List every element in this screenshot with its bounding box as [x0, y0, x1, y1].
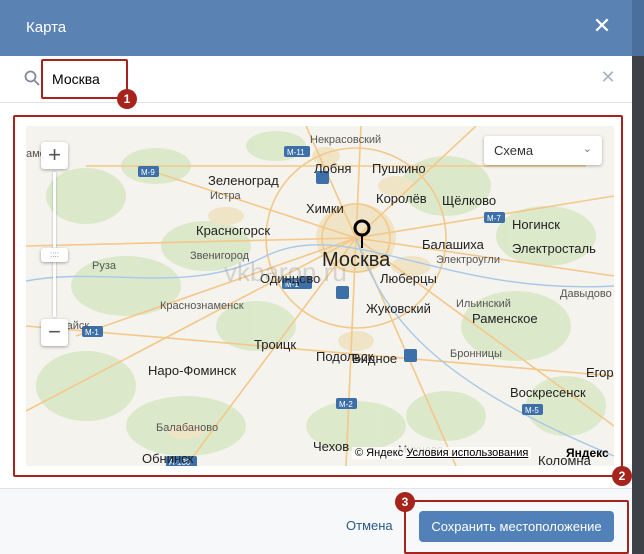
city-label: Троицк: [254, 337, 296, 352]
map-view[interactable]: M-11 M-9 M-7 M-1 M-1 M-2 M-5 A-130 Некрасовский…: [26, 126, 614, 466]
search-bar: ✕: [0, 56, 632, 103]
map-type-select[interactable]: Схема ⌄: [484, 136, 602, 165]
highway-shield: M-5: [522, 404, 543, 415]
city-label: Зеленоград: [208, 173, 279, 188]
annotation-badge-2: 2: [612, 466, 632, 486]
dialog-title: Карта: [26, 19, 67, 36]
close-icon[interactable]: ✕: [590, 14, 614, 38]
annotation-badge-1: 1: [117, 89, 137, 109]
highway-shield: M-7: [484, 212, 505, 223]
map-dialog: Карта ✕ ✕: [0, 0, 632, 554]
city-label: Балабаново: [156, 422, 218, 434]
city-label: Балашиха: [422, 237, 485, 252]
zoom-slider-handle[interactable]: ::::: [41, 248, 68, 262]
zoom-in-button[interactable]: +: [41, 142, 68, 169]
svg-text:M-11: M-11: [287, 148, 305, 157]
city-label: Давыдово: [560, 288, 612, 300]
city-label: Люберцы: [380, 271, 437, 286]
city-label: Чехов: [313, 439, 349, 454]
map-attribution: © Яндекс Условия использования: [352, 447, 532, 459]
highway-shield: M-9: [138, 166, 159, 177]
city-label: Обнинск: [142, 451, 194, 466]
svg-text:M-2: M-2: [339, 400, 353, 409]
page-background-edge: [632, 0, 644, 554]
city-label: Наро-Фоминск: [148, 363, 236, 378]
chevron-down-icon: ⌄: [582, 143, 592, 155]
city-label: Ильинский: [456, 298, 511, 310]
search-icon: [24, 70, 40, 86]
city-label: Егор: [586, 365, 614, 380]
terms-link[interactable]: Условия использования: [406, 447, 528, 459]
highway-shield: M-11: [284, 146, 310, 157]
city-label: Жуковский: [366, 301, 431, 316]
dialog-footer: Отмена Сохранить местоположение: [0, 488, 632, 554]
zoom-out-button[interactable]: −: [41, 319, 68, 346]
svg-text:M-9: M-9: [141, 168, 155, 177]
city-label: Подольск: [316, 349, 374, 364]
annotation-badge-3: 3: [395, 492, 415, 512]
city-label: Красногорск: [196, 223, 270, 238]
city-label: Пушкино: [372, 161, 426, 176]
cancel-button[interactable]: Отмена: [346, 518, 393, 533]
attribution-copyright: © Яндекс: [355, 447, 404, 459]
city-label: Бронницы: [450, 348, 502, 360]
highway-shield: M-2: [336, 398, 357, 409]
city-label: Раменское: [472, 311, 538, 326]
city-label: Химки: [306, 201, 344, 216]
city-label: Щёлково: [442, 193, 496, 208]
city-label: Электросталь: [512, 241, 596, 256]
clear-search-icon[interactable]: ✕: [600, 68, 616, 86]
map-canvas: M-11M-9M-7M-1M-1M-2M-5A-130 Некрасовский…: [26, 126, 614, 466]
city-label: Воскресенск: [510, 385, 586, 400]
zoom-slider-track[interactable]: [53, 172, 56, 317]
svg-text:M-7: M-7: [487, 214, 501, 223]
city-label: Краснознаменск: [160, 300, 244, 312]
yandex-logo: Яндекс: [566, 446, 609, 460]
city-label: Руза: [92, 260, 117, 272]
city-label: Истра: [210, 190, 242, 202]
city-label: Электроугли: [436, 254, 500, 266]
city-label: Некрасовский: [310, 134, 381, 146]
dialog-header: Карта ✕: [0, 0, 632, 56]
city-label: Лобня: [314, 161, 351, 176]
watermark: vkbaron.ru: [224, 257, 347, 287]
map-type-value: Схема: [494, 143, 534, 158]
city-label: Королёв: [376, 191, 427, 206]
city-label: Ногинск: [512, 217, 560, 232]
save-location-button[interactable]: Сохранить местоположение: [419, 511, 614, 542]
svg-text:M-5: M-5: [525, 406, 539, 415]
